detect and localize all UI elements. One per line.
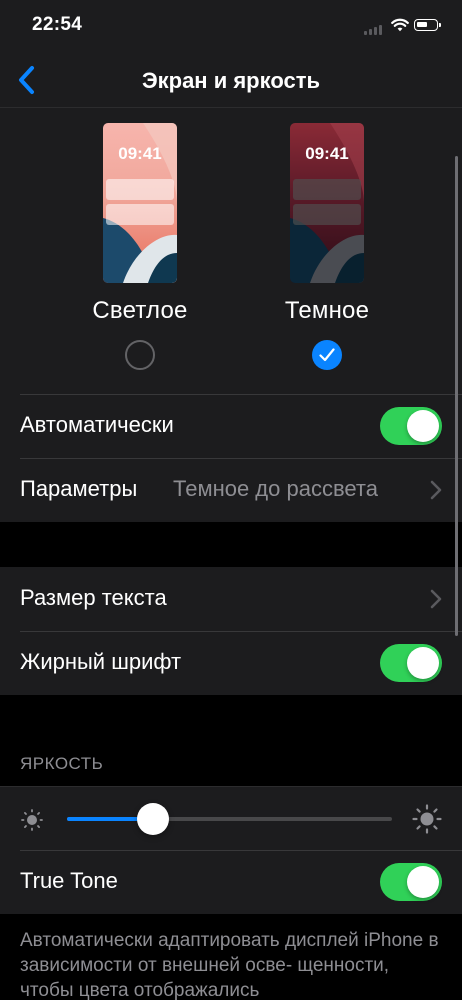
separator	[20, 394, 462, 395]
separator	[20, 458, 462, 459]
options-label: Параметры	[20, 476, 138, 501]
options-row[interactable]: Параметры Темное до рассвета	[0, 458, 462, 522]
true-tone-description: Автоматически адаптировать дисплей iPhon…	[20, 930, 439, 1000]
true-tone-row[interactable]: True Tone	[0, 850, 462, 914]
status-time: 22:54	[32, 14, 83, 35]
brightness-section-header: ЯРКОСТЬ	[20, 754, 104, 773]
checkmark-icon	[319, 348, 335, 362]
appearance-label-light: Светлое	[92, 297, 188, 324]
radio-light[interactable]	[125, 340, 155, 370]
dark-preview-widget	[293, 204, 361, 225]
true-tone-toggle[interactable]	[380, 863, 442, 901]
options-value: Темное до рассвета	[173, 476, 378, 501]
sun-large-icon	[412, 804, 442, 834]
text-size-row[interactable]: Размер текста	[0, 567, 462, 631]
appearance-option-dark[interactable]: 09:41 Темное	[252, 123, 402, 370]
appearance-section: 09:41 Светлое 09:41 Темное	[0, 108, 462, 394]
wifi-icon	[391, 18, 409, 32]
separator	[20, 850, 462, 851]
light-preview-image[interactable]: 09:41	[103, 123, 177, 283]
automatic-row[interactable]: Автоматически	[0, 394, 462, 458]
bold-text-label: Жирный шрифт	[20, 649, 182, 674]
chevron-right-icon	[430, 480, 442, 500]
automatic-toggle[interactable]	[380, 407, 442, 445]
page-title: Экран и яркость	[141, 68, 321, 93]
bold-text-toggle[interactable]	[380, 644, 442, 682]
status-bar: 22:54	[0, 0, 462, 54]
text-size-label: Размер текста	[20, 585, 167, 610]
light-preview-widget	[106, 179, 174, 200]
radio-dark[interactable]	[312, 340, 342, 370]
scroll-indicator[interactable]	[455, 156, 458, 636]
chevron-right-icon	[430, 589, 442, 609]
appearance-label-dark: Темное	[284, 297, 370, 324]
true-tone-label: True Tone	[20, 868, 118, 893]
brightness-slider[interactable]	[67, 803, 392, 835]
appearance-option-light[interactable]: 09:41 Светлое	[65, 123, 215, 370]
bold-text-row[interactable]: Жирный шрифт	[0, 631, 462, 695]
dark-preview-image[interactable]: 09:41	[290, 123, 364, 283]
sun-small-icon	[21, 809, 43, 831]
automatic-label: Автоматически	[20, 412, 174, 437]
brightness-slider-row	[0, 786, 462, 850]
dark-preview-time: 09:41	[305, 144, 349, 163]
brightness-slider-thumb[interactable]	[137, 803, 170, 835]
separator	[20, 631, 462, 632]
cellular-signal-icon	[364, 25, 382, 35]
navigation-bar: Экран и яркость	[0, 54, 462, 108]
battery-icon	[414, 19, 441, 31]
light-preview-time: 09:41	[118, 144, 162, 163]
light-preview-widget	[106, 204, 174, 225]
screen: 22:54 Экран и яркость 09:41 Светлое 09:4…	[0, 0, 462, 1000]
dark-preview-widget	[293, 179, 361, 200]
